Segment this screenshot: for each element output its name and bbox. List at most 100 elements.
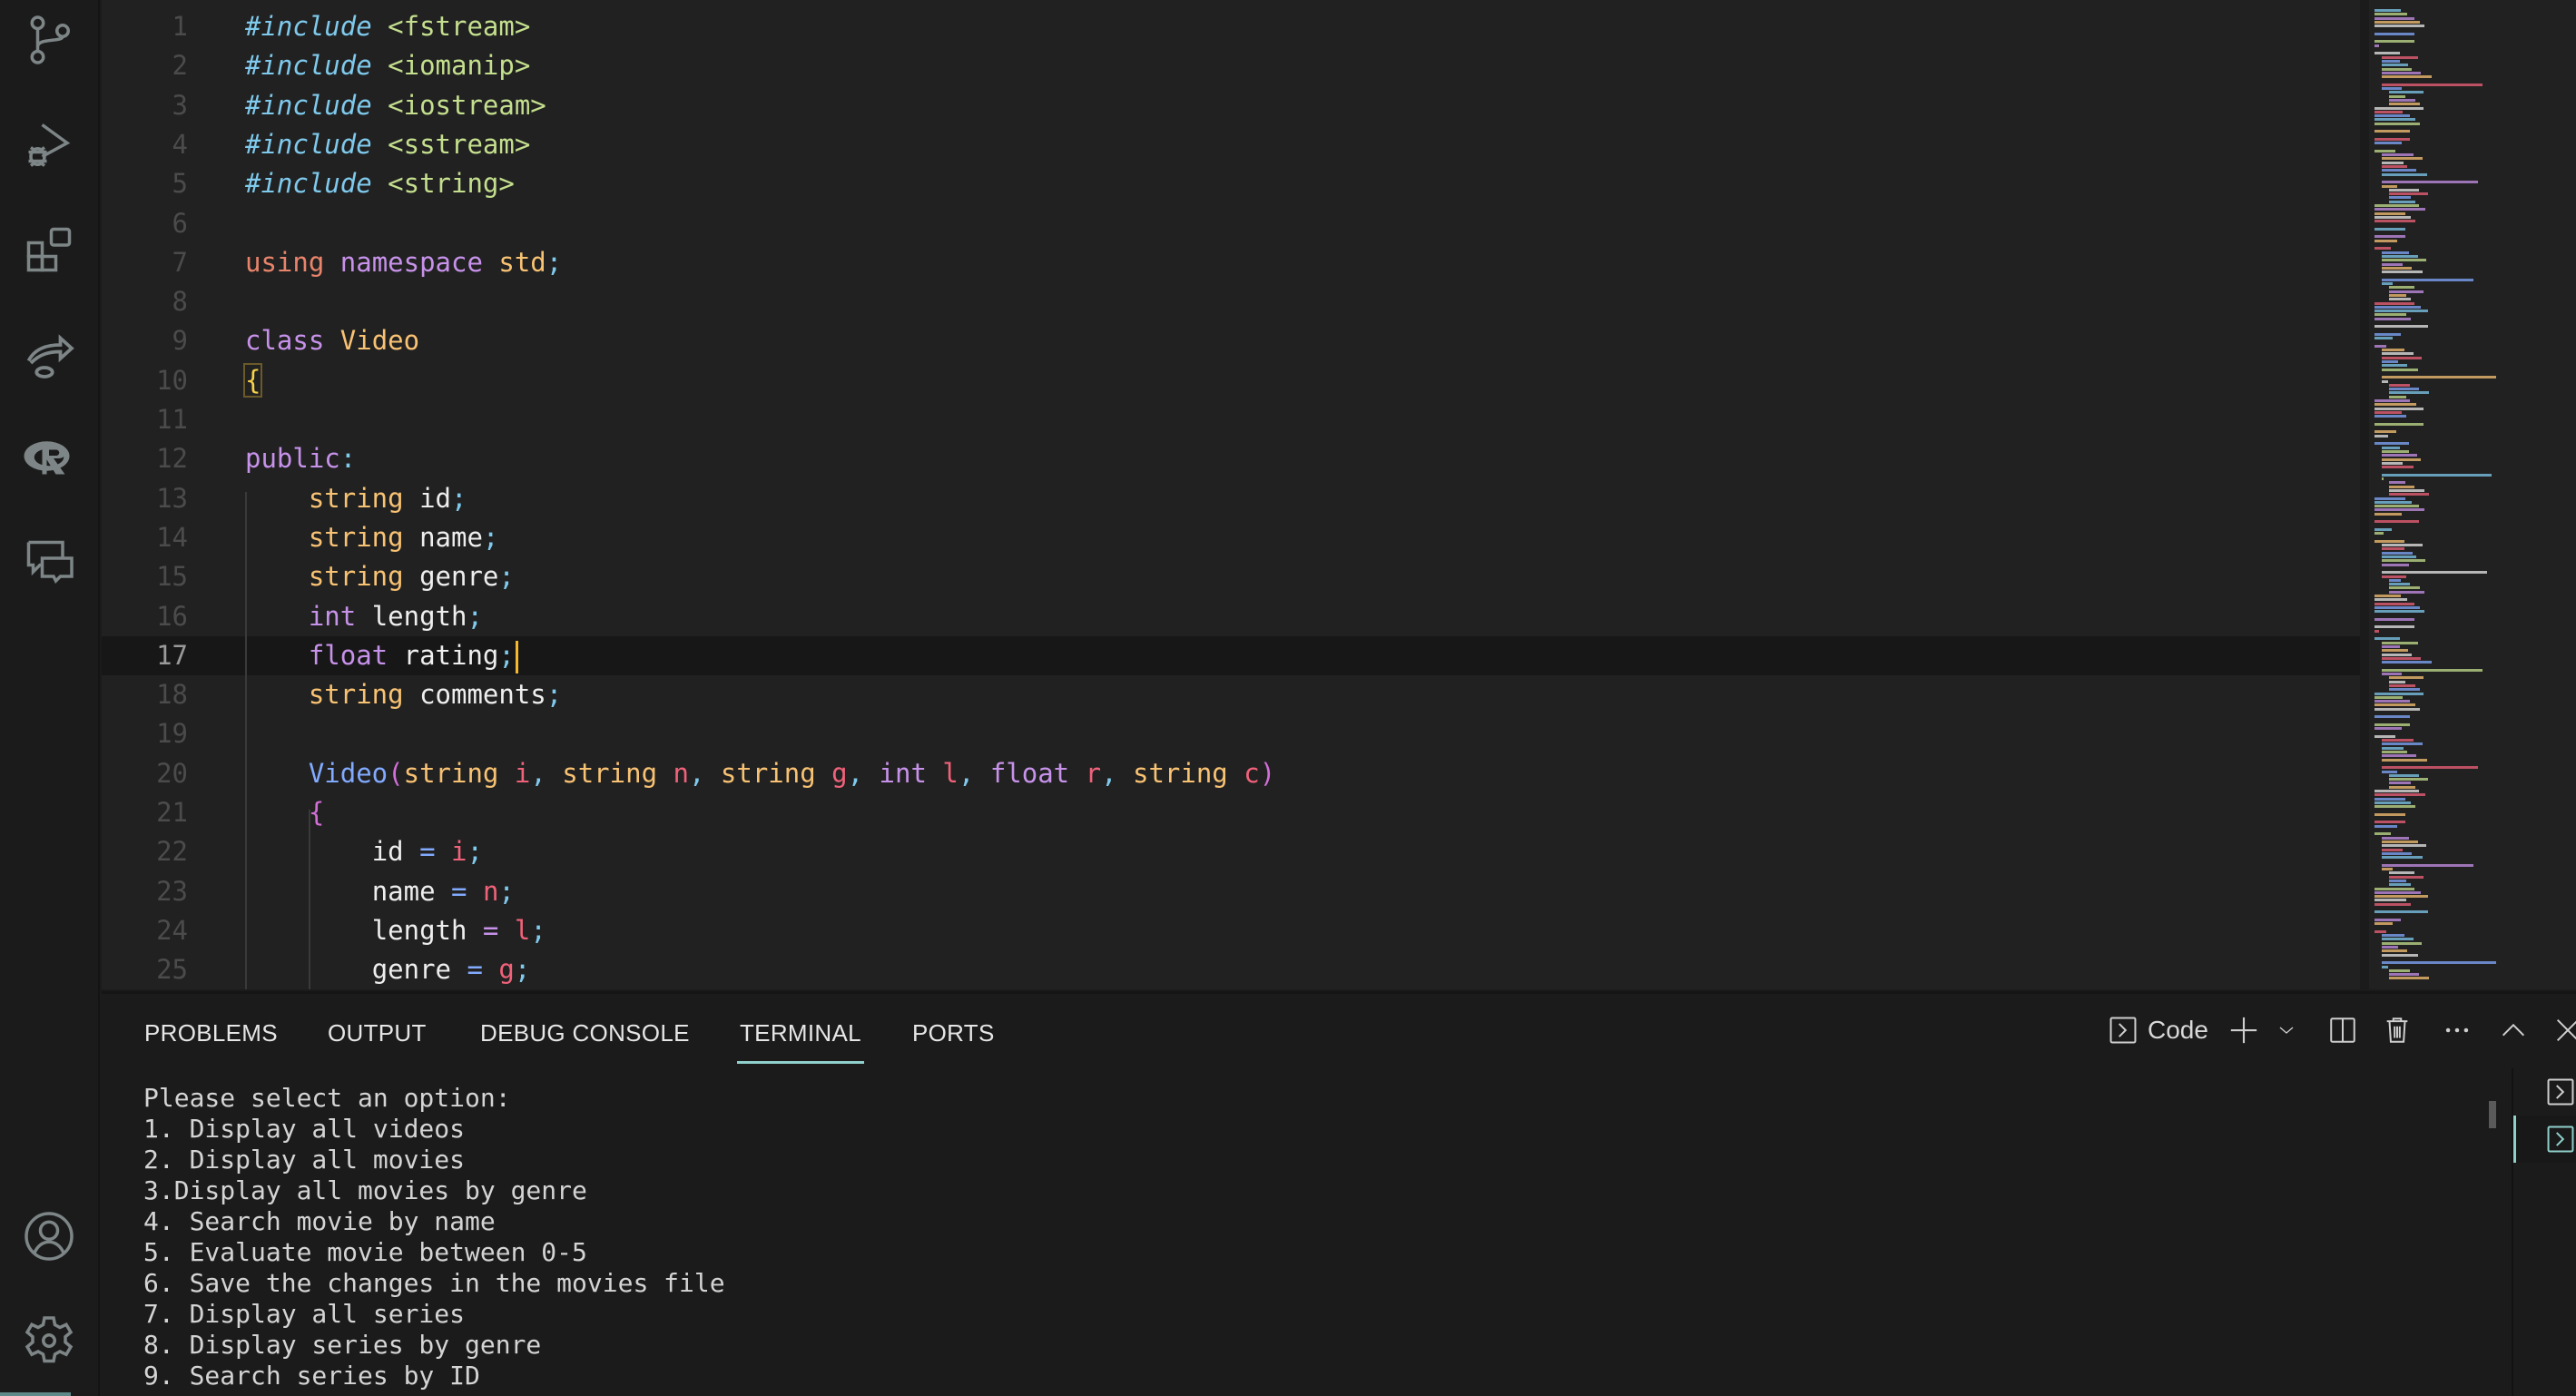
minimap-line <box>2374 617 2414 621</box>
minimap-line <box>2389 782 2411 785</box>
code-line[interactable]: 25 genre = g; <box>102 950 2360 989</box>
code-line[interactable]: 2 #include <iomanip> <box>102 46 2360 85</box>
minimap-line <box>2382 644 2401 648</box>
code-line[interactable]: 21 { <box>102 793 2360 832</box>
minimap-line <box>2374 305 2421 309</box>
minimap-line <box>2389 383 2411 387</box>
terminal-line: 2. Display all movies <box>143 1145 466 1175</box>
code-line[interactable]: 11 <box>102 400 2360 439</box>
code-token: length <box>371 600 467 632</box>
code-line[interactable]: 9 class Video <box>102 321 2360 360</box>
minimap-line <box>2374 520 2419 524</box>
minimap-line <box>2374 442 2410 446</box>
maximize-panel-button[interactable] <box>2498 1012 2529 1048</box>
minimap-line <box>2374 700 2411 703</box>
code-line[interactable]: 23 name = n; <box>102 872 2360 911</box>
terminal-instance-1[interactable] <box>2513 1068 2576 1116</box>
code-line[interactable]: 10 { <box>102 361 2360 400</box>
terminal-line: 7. Display all series <box>143 1299 466 1329</box>
code-line[interactable]: 1 #include <fstream> <box>102 7 2360 46</box>
code-token: string <box>1133 757 1228 789</box>
code-line[interactable]: 12 public: <box>102 439 2360 478</box>
minimap-line <box>2389 977 2429 980</box>
code-line[interactable]: 13 string id; <box>102 479 2360 518</box>
code-line[interactable]: 14 string name; <box>102 518 2360 557</box>
code-line[interactable]: 6 <box>102 204 2360 243</box>
minimap-line <box>2382 848 2403 851</box>
code-line[interactable]: 19 <box>102 714 2360 753</box>
minimap-line <box>2374 235 2405 239</box>
minimap-line <box>2374 695 2403 699</box>
code-line[interactable]: 3 #include <iostream> <box>102 86 2360 125</box>
tab-problems[interactable]: PROBLEMS <box>144 1019 278 1047</box>
trash-icon <box>2386 1018 2408 1043</box>
terminal-output[interactable]: Please select an option: 1. Display all v… <box>143 1083 2503 1391</box>
minimap-line <box>2374 527 2392 531</box>
more-actions-button[interactable] <box>2442 1012 2473 1048</box>
code-line[interactable]: 5 #include <string> <box>102 164 2360 203</box>
r-logo-icon[interactable] <box>20 429 78 487</box>
line-number: 7 <box>172 246 188 278</box>
share-arrow-icon[interactable] <box>20 325 78 383</box>
code-line[interactable]: 24 length = l; <box>102 911 2360 950</box>
tab-output[interactable]: OUTPUT <box>328 1019 427 1047</box>
new-terminal-button[interactable] <box>2228 1012 2259 1048</box>
line-number: 10 <box>156 364 188 396</box>
close-panel-button[interactable] <box>2552 1012 2576 1048</box>
account-icon[interactable] <box>20 1207 78 1265</box>
code-token: i <box>451 836 467 868</box>
code-line[interactable]: 8 <box>102 282 2360 321</box>
minimap-line <box>2382 770 2397 773</box>
terminal-line: 9. Search series by ID <box>143 1361 480 1391</box>
tab-debug-console[interactable]: DEBUG CONSOLE <box>480 1019 690 1047</box>
source-control-icon[interactable] <box>20 11 78 69</box>
launch-profile-dropdown[interactable] <box>2276 1012 2297 1048</box>
code-token: r <box>1085 757 1102 789</box>
minimap-line <box>2382 953 2418 957</box>
minimap-line <box>2382 742 2424 746</box>
gear-icon[interactable] <box>20 1312 78 1370</box>
minimap[interactable] <box>2369 0 2576 989</box>
terminal-scrollbar[interactable] <box>2489 1101 2496 1128</box>
split-terminal-button[interactable] <box>2327 1012 2358 1048</box>
minimap-line <box>2374 325 2428 329</box>
chevron-down-icon <box>2279 1027 2294 1034</box>
code-line[interactable]: 20 Video(string i, string n, string g, i… <box>102 754 2360 793</box>
run-debug-icon[interactable] <box>20 116 78 174</box>
code-editor[interactable]: 1 #include <fstream> 2 #include <iomanip> 3 #… <box>102 0 2360 989</box>
code-text: int length; <box>245 597 483 636</box>
tab-terminal[interactable]: TERMINAL <box>737 1019 864 1064</box>
extensions-icon[interactable] <box>20 221 78 279</box>
code-line[interactable]: 15 string genre; <box>102 557 2360 596</box>
code-line[interactable]: 4 #include <sstream> <box>102 125 2360 164</box>
minimap-line <box>2374 801 2411 804</box>
tab-ports[interactable]: PORTS <box>912 1019 995 1047</box>
kill-terminal-button[interactable] <box>2382 1012 2413 1048</box>
code-token: ; <box>514 954 531 986</box>
minimap-line <box>2382 270 2423 274</box>
terminal-instance-2[interactable] <box>2513 1116 2576 1163</box>
code-token: name <box>371 875 436 907</box>
code-line[interactable]: 17 float rating; <box>102 635 2360 676</box>
minimap-line <box>2382 75 2432 79</box>
code-line[interactable]: 18 string comments; <box>102 675 2360 714</box>
code-line[interactable]: 22 id = i; <box>102 832 2360 871</box>
line-number: 16 <box>156 600 188 632</box>
minimap-line <box>2374 812 2405 816</box>
comments-icon[interactable] <box>20 534 78 592</box>
code-line[interactable]: 7 using namespace std; <box>102 243 2360 282</box>
code-token: n <box>673 757 689 789</box>
minimap-line <box>2389 773 2420 777</box>
minimap-line <box>2382 59 2401 63</box>
terminal-profile-button[interactable]: Code <box>2108 1012 2208 1048</box>
code-line[interactable]: 16 int length; <box>102 597 2360 636</box>
split-icon <box>2330 1018 2355 1043</box>
activity-bar <box>0 0 100 1396</box>
minimap-line <box>2389 778 2429 782</box>
